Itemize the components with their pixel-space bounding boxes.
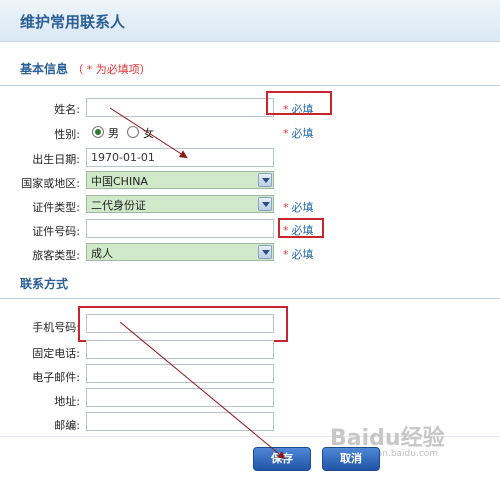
- annotation-arrows: [109, 107, 286, 460]
- arrow-to-birthdate: [109, 107, 188, 159]
- arrow-to-save: [119, 321, 286, 460]
